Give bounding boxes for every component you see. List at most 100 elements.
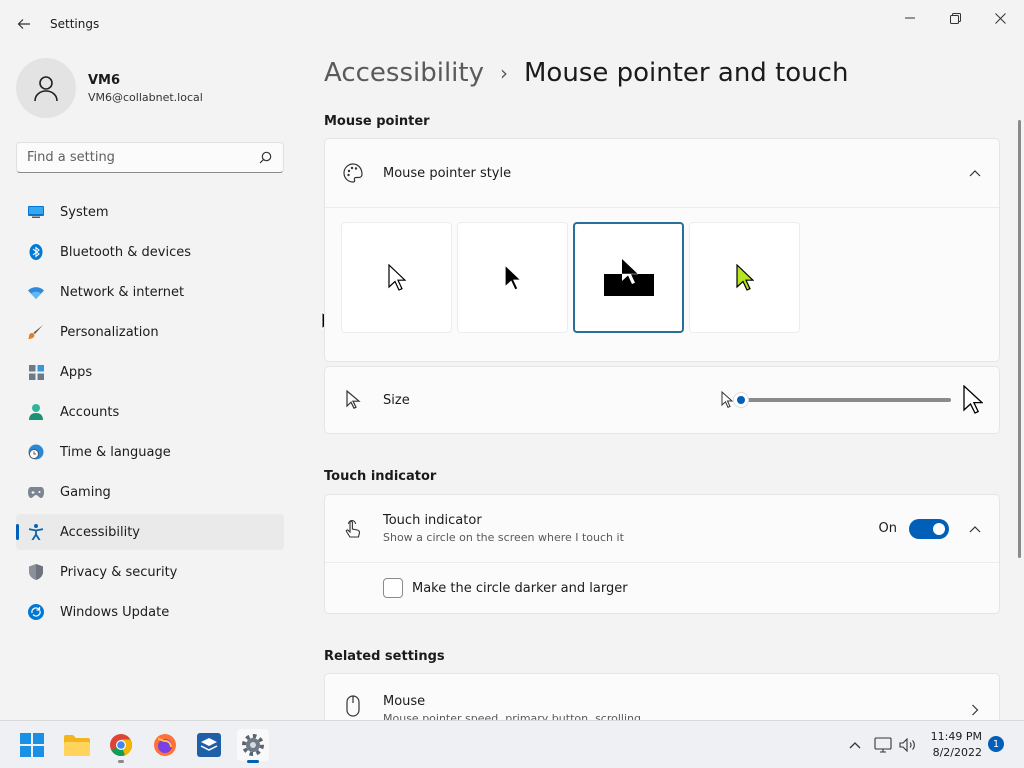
maximize-button[interactable] bbox=[932, 4, 978, 32]
sidebar-item-privacy[interactable]: Privacy & security bbox=[16, 554, 284, 590]
chrome-button[interactable] bbox=[105, 729, 137, 763]
darker-circle-checkbox[interactable] bbox=[383, 578, 403, 598]
pointer-style-inverted[interactable] bbox=[573, 222, 684, 333]
shield-icon bbox=[28, 564, 44, 580]
touch-indicator-card: Touch indicator Show a circle on the scr… bbox=[324, 494, 1000, 614]
sidebar-item-apps[interactable]: Apps bbox=[16, 354, 284, 390]
touch-indicator-subtitle: Show a circle on the screen where I touc… bbox=[383, 531, 624, 544]
close-icon bbox=[994, 12, 1006, 24]
mouse-link-title: Mouse bbox=[383, 694, 426, 709]
touch-indicator-toggle[interactable] bbox=[909, 518, 949, 539]
clock-globe-icon bbox=[28, 444, 44, 460]
touch-indicator-title: Touch indicator bbox=[383, 513, 482, 528]
darker-circle-option[interactable]: Make the circle darker and larger bbox=[325, 563, 999, 613]
custom-color-cursor-icon bbox=[735, 263, 754, 291]
network-tray-button[interactable] bbox=[873, 735, 893, 755]
sidebar-item-windows-update[interactable]: Windows Update bbox=[16, 594, 284, 630]
gamepad-icon bbox=[28, 484, 44, 500]
white-cursor-icon bbox=[387, 263, 406, 291]
sidebar-item-label: Bluetooth & devices bbox=[60, 244, 191, 260]
inverted-cursor-icon bbox=[603, 258, 654, 296]
settings-app-button[interactable] bbox=[237, 729, 269, 763]
avatar bbox=[16, 58, 76, 118]
sidebar-item-network[interactable]: Network & internet bbox=[16, 274, 284, 310]
taskbar: 11:49 PM 8/2/2022 bbox=[0, 720, 1024, 768]
touch-indicator-section-label: Touch indicator bbox=[324, 469, 437, 484]
chevron-up-icon[interactable] bbox=[967, 165, 983, 181]
pointer-size-card: Size bbox=[324, 366, 1000, 434]
touch-hand-icon bbox=[341, 517, 365, 541]
large-cursor-icon bbox=[963, 385, 983, 414]
windows-logo-icon bbox=[20, 733, 44, 757]
taskbar-clock[interactable]: 11:49 PM 8/2/2022 bbox=[924, 729, 982, 761]
firefox-icon bbox=[154, 734, 176, 756]
sidebar-item-bluetooth[interactable]: Bluetooth & devices bbox=[16, 234, 284, 270]
pointer-style-custom[interactable] bbox=[689, 222, 800, 333]
search-icon[interactable] bbox=[257, 150, 273, 166]
close-button[interactable] bbox=[977, 4, 1023, 32]
sidebar-item-gaming[interactable]: Gaming bbox=[16, 474, 284, 510]
size-label: Size bbox=[383, 392, 410, 408]
restore-icon bbox=[949, 12, 961, 24]
accessibility-icon bbox=[28, 524, 44, 540]
gear-icon bbox=[242, 734, 264, 756]
brush-icon bbox=[28, 324, 44, 340]
monitor-icon bbox=[28, 204, 44, 220]
pointer-style-white[interactable] bbox=[341, 222, 452, 333]
minimize-button[interactable] bbox=[887, 4, 933, 32]
palette-icon bbox=[341, 161, 365, 185]
start-button[interactable] bbox=[16, 729, 48, 761]
app-box-icon bbox=[197, 733, 221, 757]
scrollbar[interactable] bbox=[1018, 120, 1021, 558]
mouse-pointer-style-card: Mouse pointer style bbox=[324, 138, 1000, 362]
sidebar-item-label: Privacy & security bbox=[60, 564, 178, 580]
speaker-icon bbox=[899, 738, 915, 752]
page-title: Mouse pointer and touch bbox=[524, 58, 849, 88]
volume-tray-button[interactable] bbox=[898, 735, 918, 755]
user-profile[interactable]: VM6 VM6@collabnet.local bbox=[16, 58, 203, 118]
apps-icon bbox=[28, 364, 44, 380]
search-box[interactable] bbox=[16, 142, 284, 173]
size-slider-thumb[interactable] bbox=[733, 392, 749, 408]
folder-icon bbox=[64, 735, 90, 756]
mouse-pointer-style-title: Mouse pointer style bbox=[383, 165, 512, 181]
store-app-button[interactable] bbox=[193, 729, 225, 761]
chevron-up-icon bbox=[849, 742, 861, 749]
minimize-icon bbox=[905, 17, 915, 19]
sidebar-item-label: Network & internet bbox=[60, 284, 185, 300]
notification-badge[interactable]: 1 bbox=[988, 736, 1004, 752]
darker-circle-label: Make the circle darker and larger bbox=[412, 580, 628, 596]
person-icon bbox=[34, 76, 58, 102]
firefox-button[interactable] bbox=[149, 729, 181, 761]
breadcrumb: Accessibility › Mouse pointer and touch bbox=[324, 58, 848, 88]
back-button[interactable] bbox=[12, 12, 36, 36]
chrome-icon bbox=[110, 734, 133, 757]
mouse-settings-link[interactable]: Mouse Mouse pointer speed, primary butto… bbox=[324, 673, 1000, 720]
mouse-icon bbox=[341, 694, 365, 718]
sidebar-item-accounts[interactable]: Accounts bbox=[16, 394, 284, 430]
sidebar-item-label: Windows Update bbox=[60, 604, 170, 620]
person-icon bbox=[28, 404, 44, 420]
clock-date: 8/2/2022 bbox=[932, 746, 982, 759]
mouse-pointer-style-header[interactable]: Mouse pointer style bbox=[325, 139, 999, 207]
pointer-style-black[interactable] bbox=[457, 222, 568, 333]
clock-time: 11:49 PM bbox=[930, 730, 982, 743]
file-explorer-button[interactable] bbox=[61, 729, 93, 761]
sidebar-item-accessibility[interactable]: Accessibility bbox=[16, 514, 284, 550]
sidebar-item-label: Apps bbox=[60, 364, 93, 380]
sidebar-item-personalization[interactable]: Personalization bbox=[16, 314, 284, 350]
size-slider[interactable] bbox=[733, 392, 951, 408]
chevron-up-icon[interactable] bbox=[967, 521, 983, 537]
touch-indicator-header[interactable]: Touch indicator Show a circle on the scr… bbox=[325, 495, 999, 563]
chevron-right-icon bbox=[967, 702, 983, 718]
sidebar-item-time-language[interactable]: Time & language bbox=[16, 434, 284, 470]
sidebar-item-system[interactable]: System bbox=[16, 194, 284, 230]
sidebar-item-label: Accounts bbox=[60, 404, 120, 420]
sidebar-nav: System Bluetooth & devices Network & int… bbox=[16, 194, 284, 634]
search-input[interactable] bbox=[27, 150, 257, 165]
bluetooth-icon bbox=[28, 244, 44, 260]
show-hidden-icons-button[interactable] bbox=[845, 735, 865, 755]
related-settings-label: Related settings bbox=[324, 649, 445, 664]
breadcrumb-parent[interactable]: Accessibility bbox=[324, 58, 484, 88]
sidebar-item-label: System bbox=[60, 204, 109, 220]
